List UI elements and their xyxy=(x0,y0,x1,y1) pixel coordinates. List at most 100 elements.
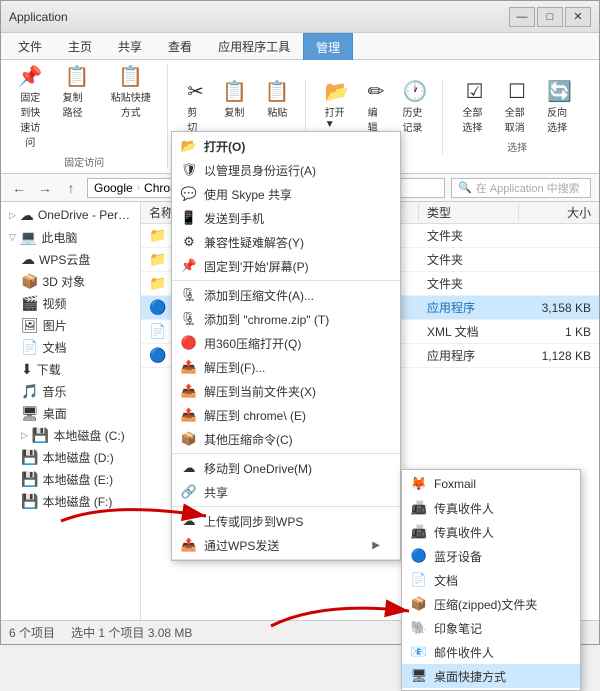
ctx-sep-4 xyxy=(172,559,400,560)
disk-e-icon: 💾 xyxy=(21,471,38,488)
ribbon-btn-selectall[interactable]: ☑ 全部选择 xyxy=(455,79,493,137)
ctx-sep-1 xyxy=(172,280,400,281)
sidebar-item-disk-f[interactable]: 💾 本地磁盘 (F:) xyxy=(1,490,140,512)
ctx-sendto-desktop[interactable]: 🖥 桌面快捷方式 xyxy=(402,664,580,688)
ribbon-btn-selectnone[interactable]: ☐ 全部取消 xyxy=(498,79,536,137)
search-placeholder: 在 Application 中搜索 xyxy=(476,180,580,196)
ctx-sendphone-text: 发送到手机 xyxy=(204,210,380,227)
sidebar-item-video[interactable]: 🎬 视频 xyxy=(1,292,140,314)
ribbon-btn-pin[interactable]: 📌 固定到快速访问 xyxy=(9,64,52,152)
sidebar-item-desktop[interactable]: 🖥 桌面 xyxy=(1,402,140,424)
invertsel-label: 反向选择 xyxy=(547,104,572,134)
tab-file[interactable]: 文件 xyxy=(5,33,55,59)
path-google[interactable]: Google xyxy=(94,181,133,195)
search-icon: 🔍 xyxy=(458,181,472,194)
sidebar-item-3d[interactable]: 📦 3D 对象 xyxy=(1,270,140,292)
ctx-fax1-text: 传真收件人 xyxy=(434,500,560,517)
sidebar-label-docs: 文档 xyxy=(42,339,132,356)
minimize-button[interactable]: — xyxy=(509,7,535,27)
ctx-sendphone[interactable]: 📱 发送到手机 xyxy=(172,206,400,230)
ctx-sendto-fax2[interactable]: 📠 传真收件人 xyxy=(402,520,580,544)
ctx-onedrive-icon: ☁ xyxy=(180,460,198,476)
ctx-sendto-bluetooth[interactable]: 🔵 蓝牙设备 xyxy=(402,544,580,568)
ctx-share[interactable]: 🔗 共享 xyxy=(172,480,400,504)
maximize-button[interactable]: □ xyxy=(537,7,563,27)
ribbon-group-select: ☑ 全部选择 ☐ 全部取消 🔄 反向选择 选择 xyxy=(455,79,587,154)
docs-icon: 📄 xyxy=(21,339,38,356)
ctx-sendto-docs[interactable]: 📄 文档 xyxy=(402,568,580,592)
ribbon-btn-edit[interactable]: ✏ 编辑 xyxy=(361,79,392,137)
back-button[interactable]: ← xyxy=(9,178,29,198)
ctx-email-icon: 📧 xyxy=(410,644,428,660)
sidebar-item-downloads[interactable]: ⬇ 下载 xyxy=(1,358,140,380)
col-size[interactable]: 大小 xyxy=(519,204,599,221)
sidebar-item-disk-d[interactable]: 💾 本地磁盘 (D:) xyxy=(1,446,140,468)
sendto-submenu: 🦊 Foxmail 📠 传真收件人 📠 传真收件人 🔵 蓝牙设备 📄 文档 📦 xyxy=(401,469,581,691)
ctx-sendto-foxmail[interactable]: 🦊 Foxmail xyxy=(402,472,580,496)
tab-apptools[interactable]: 应用程序工具 xyxy=(205,33,303,59)
ctx-360zip[interactable]: 🔴 用360压缩打开(Q) xyxy=(172,331,400,355)
ctx-zipfolder-icon: 📦 xyxy=(410,596,428,612)
ribbon-tabs: 文件 主页 共享 查看 应用程序工具 管理 xyxy=(1,33,599,59)
ctx-more-zip[interactable]: 📦 其他压缩命令(C) xyxy=(172,427,400,451)
close-button[interactable]: ✕ xyxy=(565,7,591,27)
ribbon-btn-paste[interactable]: 📋 粘贴 xyxy=(258,79,297,137)
ribbon-btn-cut[interactable]: ✂ 剪切 xyxy=(180,79,211,137)
titlebar: Application — □ ✕ xyxy=(1,1,599,33)
ctx-addchrome-zip[interactable]: 🗜 添加到 "chrome.zip" (T) xyxy=(172,307,400,331)
ctx-extract[interactable]: 📤 解压到(F)... xyxy=(172,355,400,379)
sidebar-item-pc[interactable]: ▽ 💻 此电脑 xyxy=(1,226,140,248)
ctx-sendto-fax1[interactable]: 📠 传真收件人 xyxy=(402,496,580,520)
col-type[interactable]: 类型 xyxy=(419,204,519,221)
ctx-wps-send[interactable]: 📤 通过WPS发送 ▶ xyxy=(172,533,400,557)
sidebar-item-wps[interactable]: ☁ WPS云盘 xyxy=(1,248,140,270)
ctx-zipfolder-text: 压缩(zipped)文件夹 xyxy=(434,596,560,613)
ctx-skype[interactable]: 💬 使用 Skype 共享 xyxy=(172,182,400,206)
edit-label: 编辑 xyxy=(368,104,385,134)
ribbon-btn-history[interactable]: 🕐 历史记录 xyxy=(395,79,434,137)
ribbon-btn-open[interactable]: 📂 打开 ▼ xyxy=(318,79,357,137)
ctx-evernote-icon: 🐘 xyxy=(410,620,428,636)
expand-icon-c: ▷ xyxy=(21,430,28,441)
ctx-addzip[interactable]: 🗜 添加到压缩文件(A)... xyxy=(172,283,400,307)
ribbon-btn-copy[interactable]: 📋 复制 xyxy=(215,79,254,137)
ctx-open[interactable]: 📂 打开(O) xyxy=(172,134,400,158)
ctx-compat[interactable]: ⚙ 兼容性疑难解答(Y) xyxy=(172,230,400,254)
ctx-extracthere-icon: 📤 xyxy=(180,383,198,399)
ribbon-btn-copypath[interactable]: 📋 复制路径 xyxy=(56,64,99,152)
ctx-move-onedrive[interactable]: ☁ 移动到 OneDrive(M) xyxy=(172,456,400,480)
ctx-runas-admin[interactable]: 🛡 以管理员身份运行(A) xyxy=(172,158,400,182)
ctx-wps-sync[interactable]: ☁ 上传或同步到WPS xyxy=(172,509,400,533)
ribbon-btn-invertsel[interactable]: 🔄 反向选择 xyxy=(540,79,579,137)
edit-icon: ✏ xyxy=(368,82,385,102)
ctx-sendto-evernote[interactable]: 🐘 印象笔记 xyxy=(402,616,580,640)
ctx-sendto-email[interactable]: 📧 邮件收件人 xyxy=(402,640,580,664)
open-icon: 📂 xyxy=(325,82,350,102)
up-button[interactable]: ↑ xyxy=(61,178,81,198)
ribbon-btn-pasteshortcut[interactable]: 📋 粘贴快捷方式 xyxy=(102,64,159,152)
ctx-extractchrome-icon: 📤 xyxy=(180,407,198,423)
xml-icon-4: 📄 xyxy=(149,323,166,340)
ctx-extract-chrome[interactable]: 📤 解压到 chrome\ (E) xyxy=(172,403,400,427)
tab-share[interactable]: 共享 xyxy=(105,33,155,59)
disk-c-icon: 💾 xyxy=(32,427,49,444)
sidebar-item-onedrive[interactable]: ▷ ☁ OneDrive - Perso... xyxy=(1,204,140,226)
sidebar-item-disk-e[interactable]: 💾 本地磁盘 (E:) xyxy=(1,468,140,490)
pc-icon: 💻 xyxy=(20,229,37,246)
sidebar-item-pictures[interactable]: 🖼 图片 xyxy=(1,314,140,336)
tab-view[interactable]: 查看 xyxy=(155,33,205,59)
ctx-sendto-zipfolder[interactable]: 📦 压缩(zipped)文件夹 xyxy=(402,592,580,616)
ctx-pin-start[interactable]: 📌 固定到'开始'屏幕(P) xyxy=(172,254,400,278)
tab-home[interactable]: 主页 xyxy=(55,33,105,59)
tab-manage[interactable]: 管理 xyxy=(303,33,353,60)
search-box[interactable]: 🔍 在 Application 中搜索 xyxy=(451,178,591,198)
sidebar-item-docs[interactable]: 📄 文档 xyxy=(1,336,140,358)
sidebar-item-music[interactable]: 🎵 音乐 xyxy=(1,380,140,402)
sidebar-item-disk-c[interactable]: ▷ 💾 本地磁盘 (C:) xyxy=(1,424,140,446)
file-type-5: 应用程序 xyxy=(419,347,519,364)
history-label: 历史记录 xyxy=(402,104,427,134)
ctx-extract-here[interactable]: 📤 解压到当前文件夹(X) xyxy=(172,379,400,403)
forward-button[interactable]: → xyxy=(35,178,55,198)
ctx-extract-text: 解压到(F)... xyxy=(204,359,380,376)
sidebar-label-disk-e: 本地磁盘 (E:) xyxy=(42,471,132,488)
